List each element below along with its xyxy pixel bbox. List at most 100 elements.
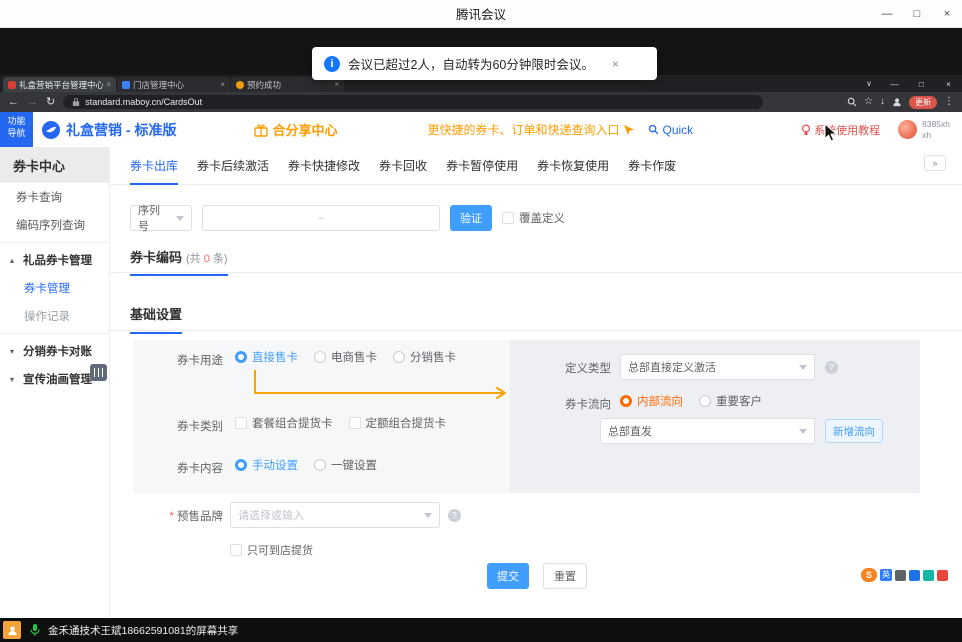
window-controls: — □ × xyxy=(872,0,962,28)
extension-icon[interactable] xyxy=(937,570,948,581)
radio-internal-flow[interactable]: 内部流向 xyxy=(620,393,683,409)
sidebar-item-card-management[interactable]: 券卡管理 xyxy=(0,274,109,302)
share-center-link[interactable]: 合分享中心 xyxy=(254,120,337,139)
page-header: 功能 导航 礼盒营销 - 标准版 合分享中心 更快捷的券卡、订单和快递查询入口 xyxy=(0,112,962,147)
quick-search[interactable]: Quick xyxy=(648,123,693,137)
sidebar-item-gift-card-management[interactable]: ▴ 礼品券卡管理 xyxy=(0,246,109,274)
tab-card-followup-activation[interactable]: 券卡后续激活 xyxy=(197,147,269,185)
tab-search-chevron-icon[interactable]: ∨ xyxy=(857,79,881,88)
radio-one-click-setup[interactable]: 一键设置 xyxy=(314,457,377,473)
help-icon[interactable]: ? xyxy=(448,509,461,522)
forward-icon[interactable]: → xyxy=(27,97,38,108)
toast-close-icon[interactable]: × xyxy=(612,57,619,71)
tab-close-icon[interactable]: × xyxy=(106,80,111,89)
function-nav-toggle[interactable]: 功能 导航 xyxy=(0,112,33,147)
serial-type-select[interactable]: 序列号 xyxy=(130,205,192,231)
define-type-select[interactable]: 总部直接定义激活 xyxy=(620,354,815,380)
extension-icon[interactable] xyxy=(909,570,920,581)
radio-direct-sale[interactable]: 直接售卡 xyxy=(235,349,298,365)
triangle-down-icon: ▾ xyxy=(10,347,19,356)
maximize-icon[interactable]: □ xyxy=(902,0,932,28)
brand: 礼盒营销 - 标准版 xyxy=(41,120,176,140)
extension-logo-icon[interactable]: S xyxy=(861,568,877,582)
verify-button[interactable]: 验证 xyxy=(450,205,492,231)
presale-brand-label: * 预售品牌 xyxy=(162,508,223,524)
tutorial-link[interactable]: 系统使用教程 xyxy=(801,122,880,138)
radio-important-customer[interactable]: 重要客户 xyxy=(699,393,762,409)
header-right: 系统使用教程 8385xh xh xyxy=(801,119,950,139)
download-icon[interactable]: ↓ xyxy=(880,97,885,107)
tab-card-restore[interactable]: 券卡恢复使用 xyxy=(537,147,609,185)
extension-icon[interactable] xyxy=(923,570,934,581)
serial-form-row: 序列号 – 验证 覆盖定义 xyxy=(130,205,565,231)
tab-card-void[interactable]: 券卡作废 xyxy=(628,147,676,185)
browser-update-button[interactable]: 更新 xyxy=(909,96,937,109)
radio-manual-setup[interactable]: 手动设置 xyxy=(235,457,298,473)
sidebar-header: 券卡中心 xyxy=(0,147,109,183)
tab-card-outbound[interactable]: 券卡出库 xyxy=(130,147,178,185)
translate-language-icon[interactable]: 英 xyxy=(880,569,892,581)
sidebar-item-code-sequence-query[interactable]: 编码序列查询 xyxy=(0,211,109,239)
microphone-icon[interactable] xyxy=(29,623,41,638)
tab-card-recycle[interactable]: 券卡回收 xyxy=(379,147,427,185)
person-icon xyxy=(7,625,18,636)
override-definition-checkbox-row[interactable]: 覆盖定义 xyxy=(502,210,565,226)
radio-icon xyxy=(699,395,711,407)
category-options: 套餐组合提货卡 定额组合提货卡 xyxy=(235,415,446,431)
browser-close-icon[interactable]: × xyxy=(935,79,962,89)
serial-range-input[interactable]: – xyxy=(202,205,440,231)
browser-tab-2[interactable]: 门店管理中心 × xyxy=(117,77,230,92)
address-bar[interactable]: standard.maboy.cn/CardsOut xyxy=(63,95,763,109)
participant-icon[interactable] xyxy=(3,621,21,639)
divider xyxy=(110,330,962,331)
back-icon[interactable]: ← xyxy=(8,97,19,108)
brand-logo-icon xyxy=(41,120,61,140)
triangle-down-icon: ▾ xyxy=(10,375,19,384)
reset-button[interactable]: 重置 xyxy=(543,563,587,589)
favicon-icon xyxy=(236,81,244,89)
presale-brand-select[interactable]: 请选择或输入 xyxy=(230,502,440,528)
close-icon[interactable]: × xyxy=(932,0,962,28)
browser-maximize-icon[interactable]: □ xyxy=(908,79,935,89)
user-avatar[interactable] xyxy=(898,120,917,139)
browser-toolbar: ← → ↻ standard.maboy.cn/CardsOut ☆ ↓ 更新 … xyxy=(0,92,962,112)
promo-link[interactable]: 更快捷的券卡、订单和快递查询入口 xyxy=(427,121,634,138)
tab-card-quick-edit[interactable]: 券卡快捷修改 xyxy=(288,147,360,185)
store-pickup-only-checkbox-row[interactable]: 只可到店提货 xyxy=(230,542,313,558)
panel-expand-button[interactable]: » xyxy=(924,155,946,171)
add-flow-button[interactable]: 新增流向 xyxy=(825,419,883,443)
reload-icon[interactable]: ↻ xyxy=(46,97,55,108)
extension-icon[interactable] xyxy=(895,570,906,581)
minimize-icon[interactable]: — xyxy=(872,0,902,28)
tab-close-icon[interactable]: × xyxy=(220,80,225,89)
browser-tab-1[interactable]: 礼盒营销平台管理中心 × xyxy=(3,77,116,92)
toast-message: 会议已超过2人，自动转为60分钟限时会议。 xyxy=(348,54,594,73)
help-icon[interactable]: ? xyxy=(825,361,838,374)
flow-select[interactable]: 总部直发 xyxy=(600,418,815,444)
browser-minimize-icon[interactable]: — xyxy=(881,79,908,89)
shared-screen-area: 礼盒营销平台管理中心 × 门店管理中心 × 预约成功 × ∨ — □ xyxy=(0,28,962,618)
profile-icon[interactable] xyxy=(892,97,902,107)
main-content: 券卡出库 券卡后续激活 券卡快捷修改 券卡回收 券卡暂停使用 券卡恢复使用 券卡… xyxy=(110,147,962,618)
checkbox-fixed-combo-pickup-card[interactable]: 定额组合提货卡 xyxy=(349,415,447,431)
toolbar-icons: ☆ ↓ 更新 ⋮ xyxy=(847,96,954,109)
content-label: 券卡内容 xyxy=(163,460,223,476)
checkbox-icon[interactable] xyxy=(502,212,514,224)
kebab-menu-icon[interactable]: ⋮ xyxy=(944,97,954,107)
sidebar-collapse-handle[interactable] xyxy=(90,364,107,381)
submit-button[interactable]: 提交 xyxy=(487,563,529,589)
search-icon[interactable] xyxy=(847,97,857,107)
lock-icon xyxy=(72,97,80,107)
radio-distribution-sale[interactable]: 分销售卡 xyxy=(393,349,456,365)
bookmark-star-icon[interactable]: ☆ xyxy=(864,97,873,107)
sidebar-item-card-query[interactable]: 券卡查询 xyxy=(0,183,109,211)
tab-card-suspend[interactable]: 券卡暂停使用 xyxy=(446,147,518,185)
checkbox-combo-pickup-card[interactable]: 套餐组合提货卡 xyxy=(235,415,333,431)
sidebar-item-operation-log[interactable]: 操作记录 xyxy=(0,302,109,330)
tab-close-icon[interactable]: × xyxy=(334,80,339,89)
sidebar-item-distribution-reconciliation[interactable]: ▾ 分销券卡对账 xyxy=(0,337,109,365)
radio-icon xyxy=(314,351,326,363)
screen-share-bar: 金禾通技术王斌18662591081的屏幕共享 xyxy=(0,618,962,642)
radio-ecommerce-sale[interactable]: 电商售卡 xyxy=(314,349,377,365)
meeting-toast: i 会议已超过2人，自动转为60分钟限时会议。 × xyxy=(312,47,657,80)
